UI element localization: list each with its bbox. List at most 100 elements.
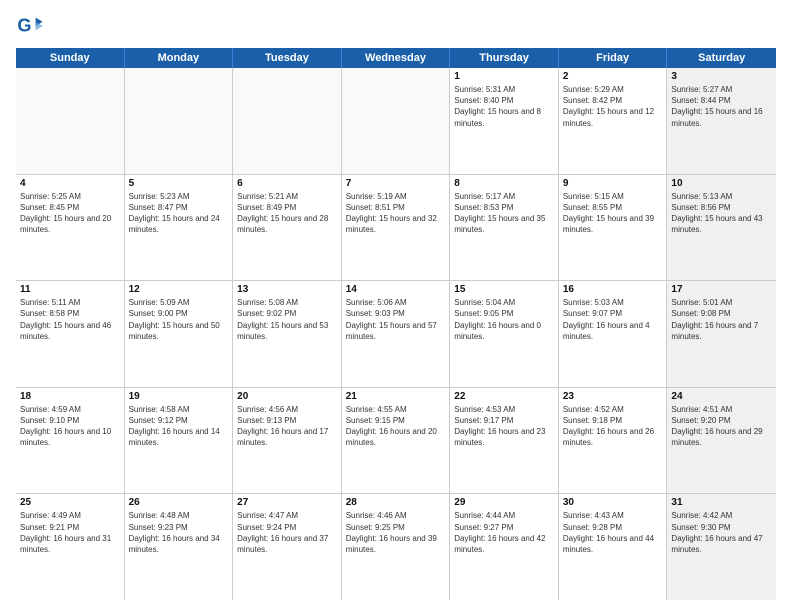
cell-info: Sunrise: 5:09 AM Sunset: 9:00 PM Dayligh… — [129, 297, 229, 342]
day-number: 16 — [563, 284, 663, 295]
calendar-cell: 21Sunrise: 4:55 AM Sunset: 9:15 PM Dayli… — [342, 388, 451, 494]
day-number: 14 — [346, 284, 446, 295]
day-number: 3 — [671, 71, 772, 82]
cell-info: Sunrise: 5:15 AM Sunset: 8:55 PM Dayligh… — [563, 191, 663, 236]
svg-text:G: G — [17, 16, 31, 36]
calendar-cell: 24 Sunrise: 4:51 AM Sunset: 9:20 PM Dayli… — [667, 388, 776, 494]
cell-info: Sunrise: 4:52 AM Sunset: 9:18 PM Dayligh… — [563, 404, 663, 449]
calendar-body: 1Sunrise: 5:31 AM Sunset: 8:40 PM Daylig… — [16, 68, 776, 600]
cell-info: Sunrise: 5:08 AM Sunset: 9:02 PM Dayligh… — [237, 297, 337, 342]
cell-info: Sunrise: 5:21 AM Sunset: 8:49 PM Dayligh… — [237, 191, 337, 236]
calendar-cell: 8Sunrise: 5:17 AM Sunset: 8:53 PM Daylig… — [450, 175, 559, 281]
calendar-cell: 6 Sunrise: 5:21 AM Sunset: 8:49 PM Daylig… — [233, 175, 342, 281]
day-number: 12 — [129, 284, 229, 295]
calendar-cell: 9Sunrise: 5:15 AM Sunset: 8:55 PM Daylig… — [559, 175, 668, 281]
calendar-cell: 19 Sunrise: 4:58 AM Sunset: 9:12 PM Dayli… — [125, 388, 234, 494]
day-number: 27 — [237, 497, 337, 508]
header: G — [16, 12, 776, 40]
cell-info: Sunrise: 5:11 AM Sunset: 8:58 PM Dayligh… — [20, 297, 120, 342]
calendar: SundayMondayTuesdayWednesdayThursdayFrid… — [16, 48, 776, 600]
cell-info: Sunrise: 5:23 AM Sunset: 8:47 PM Dayligh… — [129, 191, 229, 236]
logo: G — [16, 12, 48, 40]
cell-info: Sunrise: 4:58 AM Sunset: 9:12 PM Dayligh… — [129, 404, 229, 449]
day-number: 17 — [671, 284, 772, 295]
cell-info: Sunrise: 4:55 AM Sunset: 9:15 PM Dayligh… — [346, 404, 446, 449]
day-header-tuesday: Tuesday — [233, 48, 342, 68]
calendar-cell: 25 Sunrise: 4:49 AM Sunset: 9:21 PM Dayli… — [16, 494, 125, 600]
calendar-row-5: 25 Sunrise: 4:49 AM Sunset: 9:21 PM Dayli… — [16, 494, 776, 600]
calendar-row-1: 1Sunrise: 5:31 AM Sunset: 8:40 PM Daylig… — [16, 68, 776, 175]
day-number: 23 — [563, 391, 663, 402]
calendar-cell — [125, 68, 234, 174]
calendar-cell: 10 Sunrise: 5:13 AM Sunset: 8:56 PM Dayli… — [667, 175, 776, 281]
day-number: 10 — [671, 178, 772, 189]
cell-info: Sunrise: 4:56 AM Sunset: 9:13 PM Dayligh… — [237, 404, 337, 449]
cell-info: Sunrise: 5:19 AM Sunset: 8:51 PM Dayligh… — [346, 191, 446, 236]
cell-info: Sunrise: 5:25 AM Sunset: 8:45 PM Dayligh… — [20, 191, 120, 236]
cell-info: Sunrise: 5:13 AM Sunset: 8:56 PM Dayligh… — [671, 191, 772, 236]
day-number: 31 — [671, 497, 772, 508]
day-number: 8 — [454, 178, 554, 189]
day-header-sunday: Sunday — [16, 48, 125, 68]
page: G SundayMondayTuesdayWednesdayThursdayFr… — [0, 0, 792, 612]
cell-info: Sunrise: 5:06 AM Sunset: 9:03 PM Dayligh… — [346, 297, 446, 342]
cell-info: Sunrise: 5:27 AM Sunset: 8:44 PM Dayligh… — [671, 84, 772, 129]
calendar-row-3: 11 Sunrise: 5:11 AM Sunset: 8:58 PM Dayli… — [16, 281, 776, 388]
calendar-cell: 28Sunrise: 4:46 AM Sunset: 9:25 PM Dayli… — [342, 494, 451, 600]
calendar-cell: 7 Sunrise: 5:19 AM Sunset: 8:51 PM Daylig… — [342, 175, 451, 281]
cell-info: Sunrise: 4:43 AM Sunset: 9:28 PM Dayligh… — [563, 510, 663, 555]
calendar-cell: 5Sunrise: 5:23 AM Sunset: 8:47 PM Daylig… — [125, 175, 234, 281]
logo-icon: G — [16, 12, 44, 40]
day-header-thursday: Thursday — [450, 48, 559, 68]
cell-info: Sunrise: 5:04 AM Sunset: 9:05 PM Dayligh… — [454, 297, 554, 342]
calendar-cell: 22Sunrise: 4:53 AM Sunset: 9:17 PM Dayli… — [450, 388, 559, 494]
day-number: 7 — [346, 178, 446, 189]
day-number: 24 — [671, 391, 772, 402]
day-number: 15 — [454, 284, 554, 295]
calendar-cell: 23 Sunrise: 4:52 AM Sunset: 9:18 PM Dayli… — [559, 388, 668, 494]
calendar-header: SundayMondayTuesdayWednesdayThursdayFrid… — [16, 48, 776, 68]
calendar-cell: 3 Sunrise: 5:27 AM Sunset: 8:44 PM Daylig… — [667, 68, 776, 174]
day-number: 29 — [454, 497, 554, 508]
calendar-row-4: 18 Sunrise: 4:59 AM Sunset: 9:10 PM Dayli… — [16, 388, 776, 495]
cell-info: Sunrise: 4:47 AM Sunset: 9:24 PM Dayligh… — [237, 510, 337, 555]
day-number: 20 — [237, 391, 337, 402]
calendar-cell: 16Sunrise: 5:03 AM Sunset: 9:07 PM Dayli… — [559, 281, 668, 387]
day-number: 6 — [237, 178, 337, 189]
calendar-cell — [16, 68, 125, 174]
cell-info: Sunrise: 4:51 AM Sunset: 9:20 PM Dayligh… — [671, 404, 772, 449]
calendar-cell: 18 Sunrise: 4:59 AM Sunset: 9:10 PM Dayli… — [16, 388, 125, 494]
calendar-cell: 20 Sunrise: 4:56 AM Sunset: 9:13 PM Dayli… — [233, 388, 342, 494]
day-header-friday: Friday — [559, 48, 668, 68]
calendar-cell: 31 Sunrise: 4:42 AM Sunset: 9:30 PM Dayli… — [667, 494, 776, 600]
day-number: 4 — [20, 178, 120, 189]
day-number: 26 — [129, 497, 229, 508]
calendar-cell: 26Sunrise: 4:48 AM Sunset: 9:23 PM Dayli… — [125, 494, 234, 600]
cell-info: Sunrise: 4:44 AM Sunset: 9:27 PM Dayligh… — [454, 510, 554, 555]
cell-info: Sunrise: 4:59 AM Sunset: 9:10 PM Dayligh… — [20, 404, 120, 449]
cell-info: Sunrise: 5:01 AM Sunset: 9:08 PM Dayligh… — [671, 297, 772, 342]
calendar-cell: 14 Sunrise: 5:06 AM Sunset: 9:03 PM Dayli… — [342, 281, 451, 387]
calendar-cell: 17 Sunrise: 5:01 AM Sunset: 9:08 PM Dayli… — [667, 281, 776, 387]
cell-info: Sunrise: 4:49 AM Sunset: 9:21 PM Dayligh… — [20, 510, 120, 555]
day-number: 11 — [20, 284, 120, 295]
day-number: 13 — [237, 284, 337, 295]
day-header-saturday: Saturday — [667, 48, 776, 68]
cell-info: Sunrise: 4:42 AM Sunset: 9:30 PM Dayligh… — [671, 510, 772, 555]
calendar-row-2: 4 Sunrise: 5:25 AM Sunset: 8:45 PM Daylig… — [16, 175, 776, 282]
calendar-cell: 12 Sunrise: 5:09 AM Sunset: 9:00 PM Dayli… — [125, 281, 234, 387]
calendar-cell: 11 Sunrise: 5:11 AM Sunset: 8:58 PM Dayli… — [16, 281, 125, 387]
day-number: 19 — [129, 391, 229, 402]
calendar-cell: 29 Sunrise: 4:44 AM Sunset: 9:27 PM Dayli… — [450, 494, 559, 600]
calendar-cell: 30 Sunrise: 4:43 AM Sunset: 9:28 PM Dayli… — [559, 494, 668, 600]
calendar-cell — [233, 68, 342, 174]
day-number: 30 — [563, 497, 663, 508]
cell-info: Sunrise: 5:31 AM Sunset: 8:40 PM Dayligh… — [454, 84, 554, 129]
calendar-cell: 13 Sunrise: 5:08 AM Sunset: 9:02 PM Dayli… — [233, 281, 342, 387]
day-number: 2 — [563, 71, 663, 82]
day-number: 28 — [346, 497, 446, 508]
day-number: 18 — [20, 391, 120, 402]
calendar-cell — [342, 68, 451, 174]
calendar-cell: 15 Sunrise: 5:04 AM Sunset: 9:05 PM Dayli… — [450, 281, 559, 387]
day-number: 25 — [20, 497, 120, 508]
